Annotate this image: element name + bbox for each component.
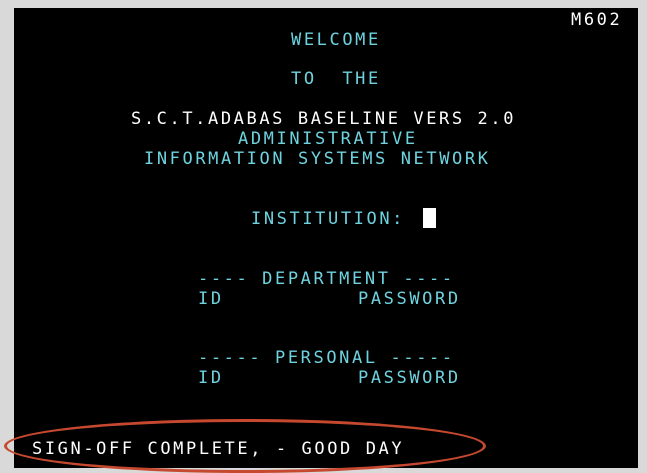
department-password-label: PASSWORD xyxy=(358,289,461,309)
screen-id: M602 xyxy=(571,10,623,30)
to-the-text: TO THE xyxy=(291,69,381,89)
status-message: SIGN-OFF COMPLETE, - GOOD DAY xyxy=(32,439,405,459)
welcome-text: WELCOME xyxy=(291,30,381,50)
institution-input-cursor[interactable] xyxy=(423,208,436,228)
product-title: S.C.T.ADABAS BASELINE VERS 2.0 xyxy=(131,109,517,129)
department-id-label: ID xyxy=(198,289,224,309)
terminal-screen: M602 WELCOME TO THE S.C.T.ADABAS BASELIN… xyxy=(14,8,638,468)
admin-text: ADMINISTRATIVE xyxy=(238,129,418,149)
institution-label: INSTITUTION: xyxy=(251,209,406,229)
network-text: INFORMATION SYSTEMS NETWORK xyxy=(144,149,491,169)
personal-header: ----- PERSONAL ----- xyxy=(198,348,455,368)
personal-password-label: PASSWORD xyxy=(358,368,461,388)
department-header: ---- DEPARTMENT ---- xyxy=(198,269,455,289)
terminal-frame: M602 WELCOME TO THE S.C.T.ADABAS BASELIN… xyxy=(0,0,647,473)
personal-id-label: ID xyxy=(198,368,224,388)
